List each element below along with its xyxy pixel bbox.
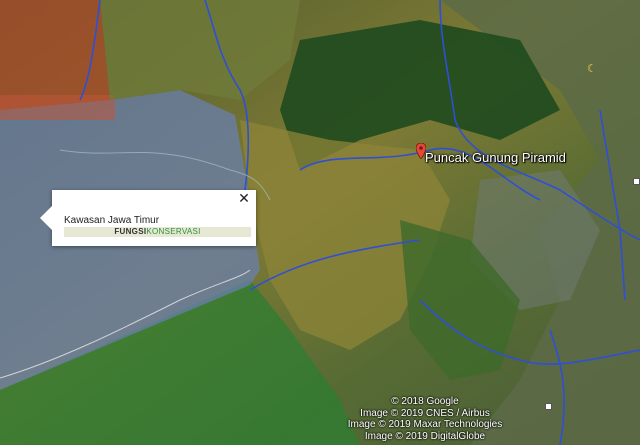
moon-icon: ☾ — [587, 62, 597, 75]
poi-marker[interactable] — [545, 403, 552, 410]
attribution-line: Image © 2019 DigitalGlobe — [364, 430, 486, 442]
attribution-line: Image © 2019 Maxar Technologies — [347, 419, 503, 430]
popup-attribute-row: FUNGSIKONSERVASI — [64, 227, 251, 237]
close-icon[interactable]: ✕ — [236, 191, 252, 207]
place-label[interactable]: Puncak Gunung Piramid — [425, 150, 566, 165]
attribute-key: FUNGSI — [114, 227, 147, 236]
popup-tail — [40, 206, 52, 230]
popup-title: Kawasan Jawa Timur — [64, 215, 160, 226]
attribution-line: Image © 2019 CNES / Airbus — [360, 407, 490, 419]
poi-marker[interactable] — [633, 178, 640, 185]
production-forest-overlay-2[interactable] — [0, 95, 115, 120]
attribute-value: KONSERVASI — [146, 227, 201, 236]
info-popup: ✕ Kawasan Jawa Timur FUNGSIKONSERVASI — [40, 190, 256, 246]
attribution-line: © 2018 Google — [391, 396, 459, 407]
map-attribution: © 2018 Google Image © 2019 CNES / Airbus… — [320, 396, 530, 442]
production-forest-overlay[interactable] — [0, 0, 110, 110]
